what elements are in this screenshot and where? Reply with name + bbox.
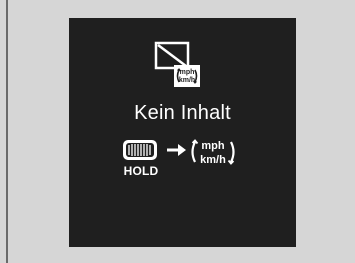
- unit-bottom-large: km/h: [200, 154, 226, 166]
- hold-label: HOLD: [123, 164, 159, 178]
- hold-button-icon: [123, 140, 157, 160]
- unit-toggle-large-icon: mph km/h: [191, 139, 235, 166]
- unit-toggle-small-icon: mph km/h: [174, 65, 200, 87]
- no-content-message: Kein Inhalt: [134, 102, 231, 124]
- top-icon-group: mph km/h: [154, 40, 214, 96]
- unit-top-small: mph: [180, 69, 195, 76]
- unit-bottom-small: km/h: [179, 77, 195, 84]
- no-content-screen-icon: [154, 41, 190, 70]
- arrow-right-icon: [167, 144, 186, 156]
- instrument-display: mph km/h Kein Inhalt mph km/h HOLD: [69, 18, 296, 247]
- unit-top-large: mph: [201, 140, 225, 152]
- unit-hint-row: mph km/h HOLD: [119, 132, 259, 182]
